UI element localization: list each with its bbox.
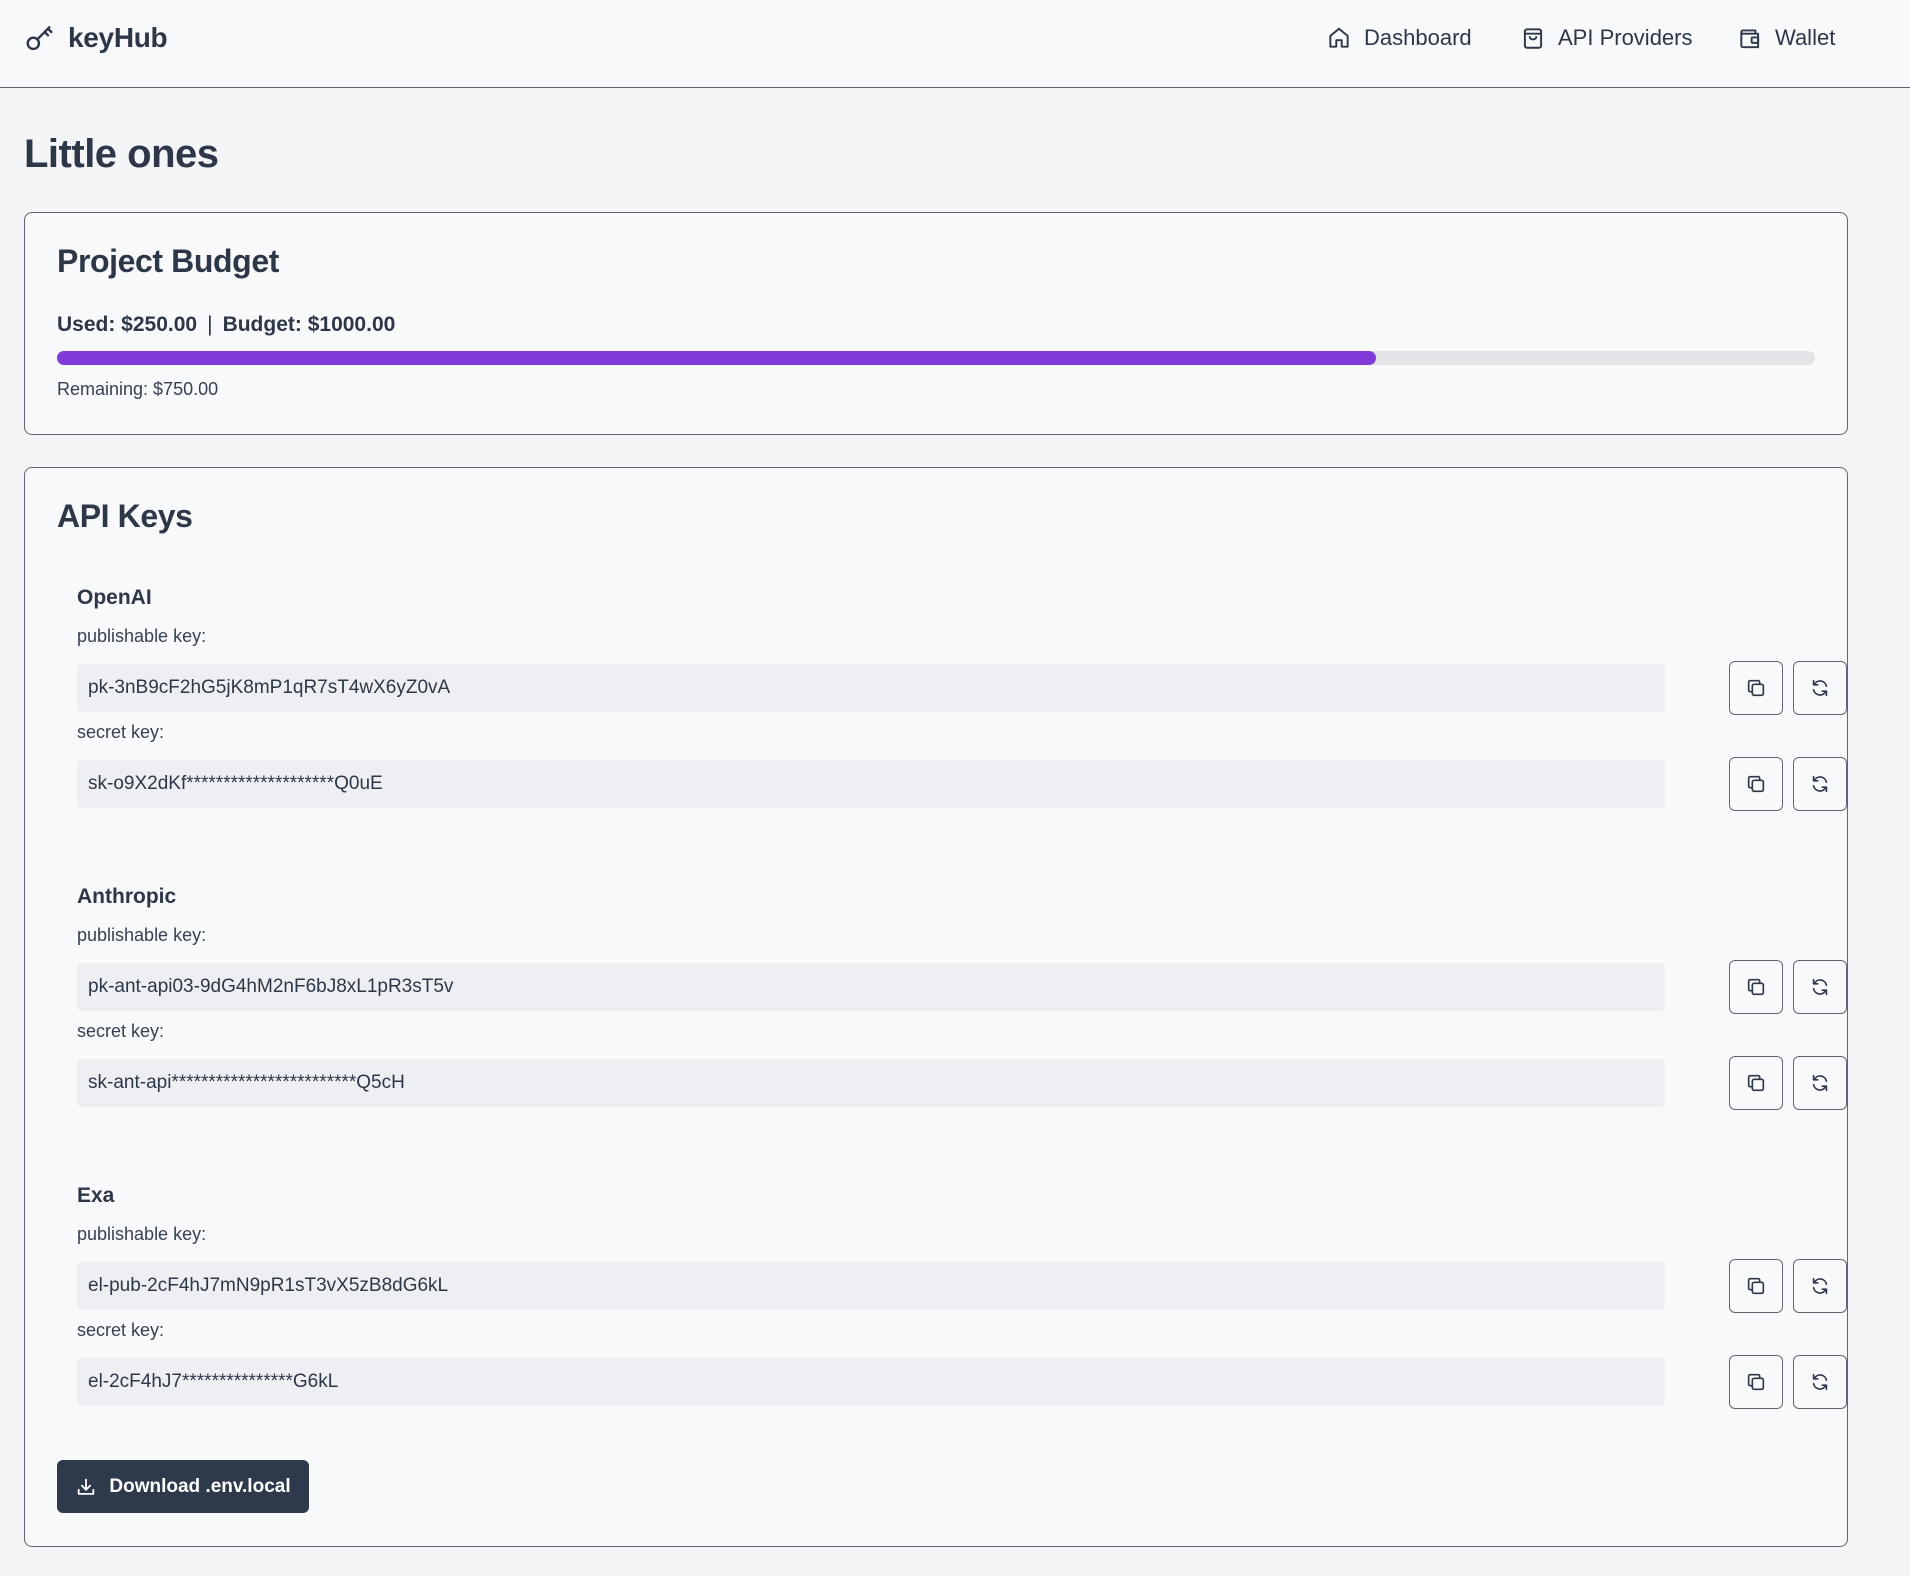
refresh-icon — [1812, 1277, 1828, 1295]
nav-api-providers-label: API Providers — [1558, 25, 1693, 50]
download-icon — [78, 1478, 95, 1495]
regenerate-publishable-button[interactable] — [1793, 1259, 1847, 1313]
budget-separator: | — [207, 313, 213, 336]
regenerate-secret-button[interactable] — [1793, 1355, 1847, 1409]
copy-icon — [1747, 679, 1765, 697]
key-icon — [26, 26, 53, 51]
budget-title: Project Budget — [57, 243, 279, 279]
budget-amount: Budget: $1000.00 — [222, 313, 396, 336]
secret-key-label: secret key: — [77, 722, 165, 742]
copy-secret-button[interactable] — [1729, 1355, 1783, 1409]
copy-publishable-button[interactable] — [1729, 661, 1783, 715]
publishable-key-field[interactable]: el-pub-2cF4hJ7mN9pR1sT3vX5zB8dG6kL — [77, 1262, 1665, 1310]
refresh-icon — [1812, 1373, 1828, 1391]
api-keys-title: API Keys — [57, 498, 193, 534]
nav-api-providers[interactable]: API Providers — [1520, 25, 1693, 51]
refresh-icon — [1812, 1074, 1828, 1092]
nav-dashboard[interactable]: Dashboard — [1326, 25, 1472, 51]
api-keys-card: API Keys OpenAI publishable key: pk-3nB9… — [24, 467, 1848, 1547]
copy-icon — [1747, 1373, 1765, 1391]
page-title: Little ones — [24, 132, 219, 176]
download-env-label: Download .env.local — [109, 1475, 291, 1497]
publishable-key-field[interactable]: pk-3nB9cF2hG5jK8mP1qR7sT4wX6yZ0vA — [77, 664, 1665, 712]
refresh-icon — [1812, 978, 1828, 996]
budget-summary: Used: $250.00 | Budget: $1000.00 — [57, 313, 395, 337]
regenerate-secret-button[interactable] — [1793, 1056, 1847, 1110]
secret-key-field[interactable]: sk-o9X2dKf********************Q0uE — [77, 760, 1665, 808]
download-env-button[interactable]: Download .env.local — [57, 1460, 309, 1513]
shopping-bag-icon — [1523, 28, 1543, 49]
copy-publishable-button[interactable] — [1729, 1259, 1783, 1313]
nav-wallet[interactable]: Wallet — [1737, 25, 1835, 51]
refresh-icon — [1812, 775, 1828, 793]
nav-dashboard-label: Dashboard — [1364, 25, 1472, 50]
budget-progress-bar — [57, 351, 1815, 365]
home-icon — [1329, 27, 1349, 48]
regenerate-secret-button[interactable] — [1793, 757, 1847, 811]
secret-key-field[interactable]: sk-ant-api*************************Q5cH — [77, 1059, 1665, 1107]
publishable-key-label: publishable key: — [77, 1224, 207, 1244]
copy-icon — [1747, 775, 1765, 793]
secret-key-label: secret key: — [77, 1320, 165, 1340]
publishable-key-field[interactable]: pk-ant-api03-9dG4hM2nF6bJ8xL1pR3sT5v — [77, 963, 1665, 1011]
regenerate-publishable-button[interactable] — [1793, 960, 1847, 1014]
copy-publishable-button[interactable] — [1729, 960, 1783, 1014]
budget-progress-fill — [57, 351, 1376, 365]
secret-key-label: secret key: — [77, 1021, 165, 1041]
copy-secret-button[interactable] — [1729, 757, 1783, 811]
remaining-amount: Remaining: $750.00 — [57, 379, 219, 399]
used-amount: Used: $250.00 — [57, 313, 198, 336]
wallet-icon — [1740, 29, 1760, 49]
brand-name: keyHub — [68, 22, 168, 53]
secret-key-field[interactable]: el-2cF4hJ7***************G6kL — [77, 1358, 1665, 1406]
budget-card: Project Budget Used: $250.00 | Budget: $10… — [24, 212, 1848, 435]
copy-secret-button[interactable] — [1729, 1056, 1783, 1110]
provider-name: Anthropic — [77, 885, 177, 908]
publishable-key-label: publishable key: — [77, 626, 207, 646]
refresh-icon — [1812, 679, 1828, 697]
provider-name: Exa — [77, 1184, 115, 1207]
copy-icon — [1747, 978, 1765, 996]
regenerate-publishable-button[interactable] — [1793, 661, 1847, 715]
copy-icon — [1747, 1074, 1765, 1092]
top-navbar: keyHub Dashboard API Providers Wallet — [0, 0, 1910, 88]
provider-name: OpenAI — [77, 586, 152, 609]
brand[interactable]: keyHub — [24, 22, 168, 54]
nav-wallet-label: Wallet — [1775, 25, 1836, 50]
copy-icon — [1747, 1277, 1765, 1295]
publishable-key-label: publishable key: — [77, 925, 207, 945]
